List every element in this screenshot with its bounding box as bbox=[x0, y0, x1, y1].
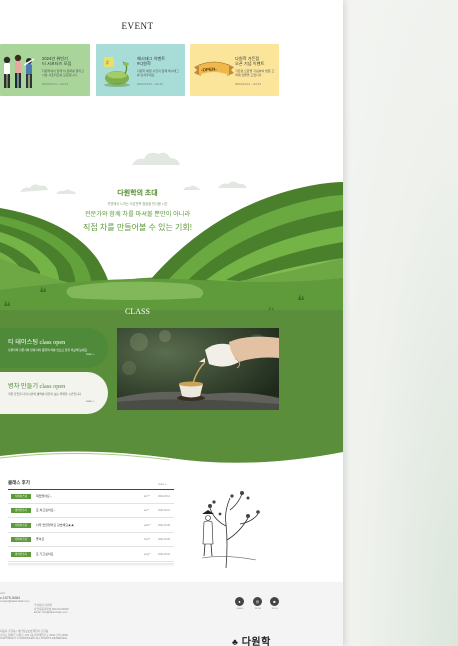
review-text: 또 가고싶어요 bbox=[36, 552, 54, 556]
event-card-supporters[interactable]: 2024년 위빈기 티 서포터즈 모집 다원학에서 함께 차 문화를 알리고 나… bbox=[0, 44, 90, 96]
invitation-line-1: 전문가와 함께 차를 마셔볼 뿐만이 아니라 bbox=[84, 211, 191, 218]
review-badge: 티테이스팅 bbox=[11, 537, 31, 542]
event-card-date: 2024.03.01 ~ 03.31 bbox=[235, 82, 261, 86]
review-author: kim** bbox=[144, 495, 150, 498]
event-card-date: 2024.03.01 ~ 03.31 bbox=[137, 82, 163, 86]
event-card-title: 2024년 위빈기 티 서포터즈 모집 bbox=[42, 56, 72, 67]
class-name: 병차 만들기 class open bbox=[8, 383, 66, 390]
event-card-hashtag[interactable]: # 해시태그 이벤트 #다원학 다원학 체험 사진과 함께 해시태그를 남겨주세… bbox=[96, 44, 185, 96]
sns-label: INSTA bbox=[255, 608, 261, 610]
class-more-link[interactable]: more + bbox=[86, 353, 94, 356]
invitation-title: 다원학의 초대 bbox=[117, 189, 158, 197]
event-card-desc: 가든점 오픈을 기념하여 방문 고객께 선물을 드립니다. bbox=[235, 69, 275, 78]
review-date: 2024.03.02 bbox=[158, 553, 170, 556]
event-card-open[interactable]: -OPEN- 다원학 가든점 오픈 기념 이벤트 가든점 오픈을 기념하여 방문… bbox=[190, 44, 279, 96]
event-card-title: 다원학 가든점 오픈 기념 이벤트 bbox=[235, 56, 265, 67]
review-text: 또 하고싶어요~ bbox=[36, 508, 56, 512]
review-author: jung** bbox=[144, 553, 151, 556]
logo-leaf-icon: ♣ bbox=[232, 637, 239, 646]
review-badge: 병차만들기 bbox=[11, 508, 31, 513]
event-card-desc: 다원학에서 함께 차 문화를 알리고 나눌 서포터즈를 모집합니다. bbox=[42, 69, 84, 78]
ink-tree-illustration bbox=[201, 491, 260, 569]
review-row[interactable]: 병차만들기 또 하고싶어요~ lee** 2024.03.10 bbox=[8, 504, 174, 518]
footer-info-3: 대표자 홍길동 | 개인정보보호책임자 홍길동 경기도 양평군 다원로 123 … bbox=[0, 630, 68, 641]
reviews-title: 클래스 후기 bbox=[8, 480, 30, 485]
review-text: 너무 맛있었어요 강습해요★★ bbox=[36, 523, 75, 527]
review-badge: 병차만들기 bbox=[11, 552, 31, 557]
footer-email: contact@dawonhak.com bbox=[0, 600, 30, 604]
event-section-title: EVENT bbox=[121, 21, 154, 31]
kakao-icon[interactable]: ● bbox=[235, 597, 244, 606]
tea-pouring-photo bbox=[117, 328, 279, 410]
sns-label: BLOG bbox=[272, 608, 278, 610]
review-row[interactable]: 티테이스팅 너무 맛있었어요 강습해요★★ park** 2024.03.08 bbox=[8, 519, 174, 533]
review-date: 2024.03.05 bbox=[158, 538, 170, 541]
footer-info-1: com c.1575-5084 contact@dawonhak.com bbox=[0, 592, 29, 604]
class-more-link[interactable]: more + bbox=[86, 400, 94, 403]
review-author: lee** bbox=[144, 509, 150, 512]
blog-icon[interactable]: ■ bbox=[270, 597, 279, 606]
class-card-tea-tasting[interactable]: 티 테이스팅 class open 다원학의 전문가와 함께 여러 종류의 차를… bbox=[0, 328, 108, 368]
footer-logo[interactable]: ♣ 다원학 bbox=[232, 633, 271, 646]
review-row[interactable]: 티테이스팅 좋아요 choi** 2024.03.05 bbox=[8, 533, 174, 547]
reviews-shadow bbox=[8, 563, 174, 567]
footer: com c.1575-5084 contact@dawonhak.com 주식회… bbox=[0, 582, 343, 646]
review-date: 2024.03.12 bbox=[158, 495, 170, 498]
review-date: 2024.03.08 bbox=[158, 524, 170, 527]
review-badge: 티테이스팅 bbox=[11, 494, 31, 499]
review-text: 좋아요 bbox=[36, 537, 45, 541]
svg-text:#: # bbox=[106, 61, 109, 67]
event-card-title: 해시태그 이벤트 #다원학 bbox=[137, 56, 166, 67]
invitation-line-2: 직접 차를 만들어볼 수 있는 기회! bbox=[82, 223, 192, 232]
class-desc: 직접 찻잎을 다져 나만의 병차를 만들어 보는 특별한 시간입니다. bbox=[8, 392, 82, 396]
invitation-subtitle: 자연에서 느끼는 오감만족 힐링을 만나볼 시간 bbox=[107, 202, 168, 206]
review-author: park** bbox=[144, 524, 151, 527]
footer-text: Email. info@dawonhak.com bbox=[34, 611, 68, 615]
review-author: choi** bbox=[144, 538, 151, 541]
supporters-illustration bbox=[3, 54, 35, 88]
review-badge: 티테이스팅 bbox=[11, 523, 31, 528]
review-text: 재밌었어요~ bbox=[36, 494, 52, 498]
background-gradient bbox=[343, 0, 458, 646]
matcha-illustration: # bbox=[104, 57, 130, 87]
review-row[interactable]: 티테이스팅 재밌었어요~ kim** 2024.03.12 bbox=[8, 490, 174, 504]
tea-photo-image bbox=[117, 328, 279, 410]
review-date: 2024.03.10 bbox=[158, 509, 170, 512]
landing-page: EVENT 2024년 위빈기 티 서포터즈 모집 다원학에서 함께 차 문화를… bbox=[0, 0, 343, 646]
sns-label: KAKAO bbox=[236, 608, 244, 610]
logo-text: 다원학 bbox=[241, 637, 271, 646]
class-desc: 다원학의 전문가와 함께 여러 종류의 차를 맛보고 향을 비교해 보세요. bbox=[8, 348, 88, 352]
class-card-cake-tea[interactable]: 병차 만들기 class open 직접 찻잎을 다져 나만의 병차를 만들어 … bbox=[0, 372, 108, 414]
review-row[interactable]: 병차만들기 또 가고싶어요 jung** 2024.03.02 bbox=[8, 548, 174, 562]
class-section-title: CLASS bbox=[125, 307, 150, 316]
event-card-date: 2024.03.01 ~ 03.31 bbox=[42, 82, 68, 86]
reviews-more-link[interactable]: more + bbox=[158, 483, 166, 486]
footer-info-2: 주식회사 다원학 사업자등록번호 000-00-00000 Email. inf… bbox=[34, 604, 69, 615]
class-name: 티 테이스팅 class open bbox=[8, 339, 66, 346]
event-card-desc: 다원학 체험 사진과 함께 해시태그를 남겨주세요. bbox=[137, 69, 179, 78]
footer-text: COPYRIGHT © DAWONHAK ALL RIGHTS RESERVED… bbox=[0, 637, 68, 641]
instagram-icon[interactable]: ◎ bbox=[253, 597, 262, 606]
